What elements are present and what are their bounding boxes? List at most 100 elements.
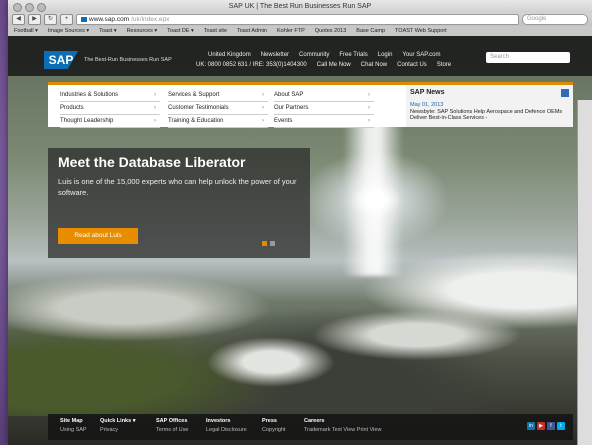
close-window-button[interactable] [13, 3, 22, 12]
phone-number: UK: 0800 0852 631 / IRE: 353(0)1404300 [196, 62, 307, 68]
footer-link[interactable]: Terms of Use [156, 427, 188, 433]
link-your-sap[interactable]: Your SAP.com [402, 52, 440, 58]
favicon-icon [81, 17, 87, 22]
link-newsletter[interactable]: Newsletter [261, 52, 289, 58]
bookmark-item[interactable]: Kohler FTP [277, 28, 305, 34]
footer-link[interactable]: Using SAP [60, 427, 87, 433]
bookmark-item[interactable]: Resources ▾ [127, 28, 158, 34]
forward-button[interactable]: ▶ [28, 14, 41, 25]
carousel-dot[interactable] [270, 241, 275, 246]
youtube-icon[interactable]: ▶ [537, 422, 545, 430]
browser-toolbar: ◀ ▶ ↻ + www.sap.com/uk/index.epx Google [8, 13, 592, 26]
nav-item-partners[interactable]: Our Partners › [274, 102, 374, 115]
bookmark-item[interactable]: Toast site [204, 28, 227, 34]
linkedin-icon[interactable]: in [527, 422, 535, 430]
nav-item-services[interactable]: Services & Support › [168, 89, 268, 102]
nav-column-1: Industries & Solutions › Products › Though… [60, 89, 160, 128]
sap-logo[interactable]: SAP [44, 51, 78, 69]
nav-item-events[interactable]: Events › [274, 115, 374, 128]
contact-links: UK: 0800 0852 631 / IRE: 353(0)1404300 C… [196, 62, 451, 68]
footer-heading[interactable]: SAP Offices [156, 418, 188, 424]
link-community[interactable]: Community [299, 52, 329, 58]
link-country[interactable]: United Kingdom [208, 52, 251, 58]
news-heading: SAP News [410, 89, 445, 96]
hero-title: Meet the Database Liberator [58, 154, 246, 170]
chevron-right-icon: › [154, 92, 156, 98]
browser-search-input[interactable]: Google [522, 14, 588, 25]
chevron-right-icon: › [368, 105, 370, 111]
facebook-icon[interactable]: f [547, 422, 555, 430]
nav-column-2: Services & Support › Customer Testimonial… [168, 89, 268, 128]
site-search-input[interactable]: Search [486, 52, 570, 63]
twitter-icon[interactable]: t [557, 422, 565, 430]
bookmark-item[interactable]: Image Sources ▾ [48, 28, 89, 34]
news-date: May 01, 2013 [410, 102, 444, 108]
address-bar[interactable]: www.sap.com/uk/index.epx [76, 14, 519, 25]
carousel-dots [262, 241, 275, 246]
nav-item-testimonials[interactable]: Customer Testimonials › [168, 102, 268, 115]
url-host: www.sap.com [89, 16, 130, 23]
site-footer: Site Map Using SAP Quick Links ▾ Privacy S… [48, 414, 573, 440]
zoom-window-button[interactable] [37, 3, 46, 12]
footer-col: Quick Links ▾ Privacy [100, 418, 135, 433]
bookmark-item[interactable]: Football ▾ [14, 28, 38, 34]
background-window-edge [577, 100, 592, 445]
link-contact-us[interactable]: Contact Us [397, 62, 427, 68]
footer-col: Careers Trademark Text View Print View [304, 418, 381, 433]
footer-heading[interactable]: Careers [304, 418, 381, 424]
nav-item-thought-leadership[interactable]: Thought Leadership › [60, 115, 160, 128]
link-free-trials[interactable]: Free Trials [339, 52, 367, 58]
bookmark-item[interactable]: Base Camp [356, 28, 385, 34]
chevron-right-icon: › [368, 118, 370, 124]
bookmark-item[interactable]: Toast DE ▾ [167, 28, 194, 34]
nav-item-industries[interactable]: Industries & Solutions › [60, 89, 160, 102]
link-chat-now[interactable]: Chat Now [361, 62, 387, 68]
footer-col: Site Map Using SAP [60, 418, 87, 433]
bookmark-item[interactable]: TOAST Web Support [395, 28, 447, 34]
footer-col: SAP Offices Terms of Use [156, 418, 188, 433]
nav-item-products[interactable]: Products › [60, 102, 160, 115]
browser-window: SAP UK | The Best Run Businesses Run SAP… [8, 0, 592, 445]
hero-body: Luis is one of the 15,000 experts who ca… [58, 177, 297, 197]
river-rocks-image [8, 236, 592, 416]
footer-link[interactable]: Legal Disclosure [206, 427, 247, 433]
url-path: /uk/index.epx [131, 16, 170, 23]
read-about-button[interactable]: Read about Luis [58, 228, 138, 244]
link-store[interactable]: Store [437, 62, 451, 68]
minimize-window-button[interactable] [25, 3, 34, 12]
link-call-me-now[interactable]: Call Me Now [317, 62, 351, 68]
share-icon[interactable]: + [60, 14, 73, 25]
footer-link[interactable]: Copyright [262, 427, 286, 433]
bookmark-item[interactable]: Toast Admin [237, 28, 267, 34]
chevron-right-icon: › [262, 105, 264, 111]
footer-col: Press Copyright [262, 418, 286, 433]
social-icons: in ▶ f t [527, 422, 565, 430]
link-login[interactable]: Login [378, 52, 393, 58]
web-page: SAP The Best-Run Businesses Run SAP Unit… [8, 36, 592, 445]
nav-item-training[interactable]: Training & Education › [168, 115, 268, 128]
nav-item-about[interactable]: About SAP › [274, 89, 374, 102]
chevron-right-icon: › [154, 118, 156, 124]
chevron-right-icon: › [368, 92, 370, 98]
expand-icon[interactable] [561, 89, 569, 97]
tagline: The Best-Run Businesses Run SAP [84, 57, 172, 63]
reload-icon[interactable]: ↻ [44, 14, 57, 25]
footer-heading[interactable]: Press [262, 418, 286, 424]
chevron-right-icon: › [262, 118, 264, 124]
back-button[interactable]: ◀ [12, 14, 25, 25]
footer-link[interactable]: Privacy [100, 427, 135, 433]
bookmark-item[interactable]: Quotes 2013 [315, 28, 347, 34]
chevron-right-icon: › [262, 92, 264, 98]
news-panel: SAP News May 01, 2013 Newsbyte: SAP Solu… [406, 85, 573, 127]
footer-heading[interactable]: Quick Links ▾ [100, 418, 135, 424]
window-title: SAP UK | The Best Run Businesses Run SAP [228, 3, 372, 10]
footer-link[interactable]: Trademark Text View Print View [304, 427, 381, 433]
footer-heading[interactable]: Investors [206, 418, 247, 424]
footer-heading[interactable]: Site Map [60, 418, 87, 424]
carousel-dot[interactable] [262, 241, 267, 246]
news-link[interactable]: Newsbyte: SAP Solutions Help Aerospace a… [410, 109, 569, 121]
site-header: SAP The Best-Run Businesses Run SAP Unit… [8, 36, 592, 76]
footer-col: Investors Legal Disclosure [206, 418, 247, 433]
bookmark-item[interactable]: Toast ▾ [99, 28, 116, 34]
title-bar: SAP UK | The Best Run Businesses Run SAP [8, 0, 592, 13]
